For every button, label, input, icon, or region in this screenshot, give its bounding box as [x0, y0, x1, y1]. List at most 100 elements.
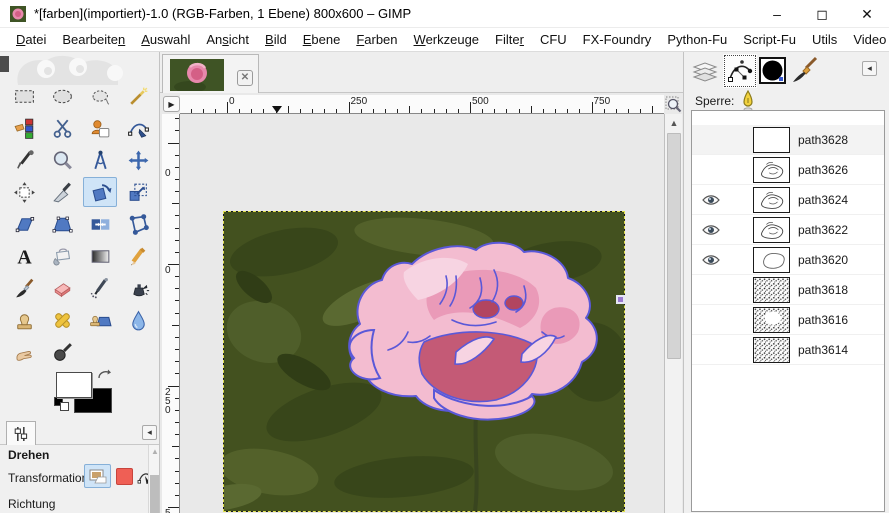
tool-zoom[interactable]: [45, 145, 79, 175]
path-thumbnail[interactable]: [753, 217, 790, 243]
menu-werkzeuge[interactable]: Werkzeuge: [406, 29, 488, 50]
menu-fx-foundry[interactable]: FX-Foundry: [575, 29, 660, 50]
canvas-vertical-scrollbar[interactable]: ▲: [664, 114, 682, 513]
tool-cage-transform[interactable]: [121, 209, 155, 239]
transform-selection-button[interactable]: [116, 468, 133, 485]
zoom-corner-icon[interactable]: [665, 96, 682, 113]
menu-cfu[interactable]: CFU: [532, 29, 575, 50]
tool-eraser[interactable]: [45, 273, 79, 303]
tool-free-select[interactable]: [83, 81, 117, 111]
canvas-scroll-thumb[interactable]: [667, 133, 681, 359]
tool-flip[interactable]: [83, 209, 117, 239]
path-row-path3618[interactable]: path3618: [692, 275, 884, 305]
path-row-path3628[interactable]: path3628: [692, 125, 884, 155]
tool-ellipse-select[interactable]: [45, 81, 79, 111]
menu-auswahl[interactable]: Auswahl: [133, 29, 198, 50]
path-thumbnail[interactable]: [753, 307, 790, 333]
close-button[interactable]: ✕: [850, 0, 884, 28]
tool-ink[interactable]: [121, 273, 155, 303]
tool-measure[interactable]: [83, 145, 117, 175]
scroll-up-icon[interactable]: ▲: [667, 116, 681, 130]
foreground-color-swatch[interactable]: [56, 372, 92, 398]
tool-gradient[interactable]: [83, 241, 117, 271]
ruler-corner-menu-button[interactable]: ▶: [163, 96, 180, 112]
menu-video[interactable]: Video: [845, 29, 889, 50]
tool-airbrush[interactable]: [83, 273, 117, 303]
tool-dodge-burn[interactable]: [45, 337, 79, 367]
tool-fuzzy-select[interactable]: [121, 81, 155, 111]
transform-layer-button[interactable]: [84, 464, 111, 488]
horizontal-ruler[interactable]: 0 250 500 750: [180, 95, 664, 114]
menu-ansicht[interactable]: Ansicht: [198, 29, 257, 50]
swap-colors-icon[interactable]: [96, 368, 112, 384]
lock-strokes-pen-icon[interactable]: [739, 90, 757, 112]
menu-ebene[interactable]: Ebene: [295, 29, 349, 50]
tool-pencil[interactable]: [121, 241, 155, 271]
menu-utils[interactable]: Utils: [804, 29, 845, 50]
visibility-eye-icon[interactable]: [701, 313, 721, 327]
path-thumbnail[interactable]: [753, 127, 790, 153]
tool-perspective-clone[interactable]: [83, 305, 117, 335]
tool-rectangle-select[interactable]: [7, 81, 41, 111]
vertical-ruler[interactable]: 002 5 05 0 0: [162, 114, 180, 513]
image-tab[interactable]: ✕: [162, 54, 259, 93]
visibility-eye-icon[interactable]: [701, 343, 721, 357]
maximize-button[interactable]: ◻: [805, 0, 839, 28]
path-row-path3614[interactable]: path3614: [692, 335, 884, 365]
tool-color-picker[interactable]: [7, 145, 41, 175]
tab-brush-circle[interactable]: [759, 57, 786, 84]
image-viewport[interactable]: [180, 114, 664, 513]
tab-paths[interactable]: [723, 54, 757, 88]
tool-move[interactable]: [121, 145, 155, 175]
visibility-eye-icon[interactable]: [701, 253, 721, 267]
dock-collapse-button[interactable]: ◂: [862, 61, 877, 76]
path-thumbnail[interactable]: [753, 187, 790, 213]
tool-crop[interactable]: [45, 177, 79, 207]
tool-rotate[interactable]: [83, 177, 117, 207]
options-scroll-thumb[interactable]: [150, 475, 159, 513]
tool-scale[interactable]: [121, 177, 155, 207]
tool-clone[interactable]: [7, 305, 41, 335]
tab-tool-options[interactable]: [6, 421, 36, 445]
minimize-button[interactable]: –: [760, 0, 794, 28]
tool-select-by-color[interactable]: [7, 113, 41, 143]
menu-farben[interactable]: Farben: [348, 29, 405, 50]
tab-paintbrush[interactable]: [788, 55, 820, 85]
options-scrollbar[interactable]: ▲: [148, 445, 159, 513]
visibility-eye-icon[interactable]: [701, 193, 721, 207]
path-thumbnail[interactable]: [753, 247, 790, 273]
path-thumbnail[interactable]: [753, 277, 790, 303]
path-row-path3622[interactable]: path3622: [692, 215, 884, 245]
visibility-eye-icon[interactable]: [701, 133, 721, 147]
tool-bucket-fill[interactable]: [45, 241, 79, 271]
tool-heal[interactable]: [45, 305, 79, 335]
path-row-path3624[interactable]: path3624: [692, 185, 884, 215]
menu-script-fu[interactable]: Script-Fu: [735, 29, 804, 50]
visibility-eye-icon[interactable]: [701, 283, 721, 297]
menu-datei[interactable]: Datei: [8, 29, 54, 50]
tool-text[interactable]: A: [7, 241, 41, 271]
visibility-eye-icon[interactable]: [701, 223, 721, 237]
tool-align[interactable]: [7, 177, 41, 207]
path-anchor-point[interactable]: [616, 295, 625, 304]
menu-bild[interactable]: Bild: [257, 29, 295, 50]
tool-perspective[interactable]: [45, 209, 79, 239]
tool-smudge[interactable]: [7, 337, 41, 367]
path-row-path3620[interactable]: path3620: [692, 245, 884, 275]
tab-close-icon[interactable]: ✕: [237, 70, 253, 86]
path-thumbnail[interactable]: [753, 337, 790, 363]
tool-paintbrush[interactable]: [7, 273, 41, 303]
path-thumbnail[interactable]: [753, 157, 790, 183]
tool-scissors-select[interactable]: [45, 113, 79, 143]
tool-shear[interactable]: [7, 209, 41, 239]
menu-python-fu[interactable]: Python-Fu: [659, 29, 735, 50]
reset-colors-button-white[interactable]: [60, 402, 69, 411]
tool-foreground-select[interactable]: [83, 113, 117, 143]
menu-filter[interactable]: Filter: [487, 29, 532, 50]
options-collapse-button[interactable]: ◂: [142, 425, 157, 440]
tool-blur-sharpen[interactable]: [121, 305, 155, 335]
rose-image[interactable]: [224, 212, 624, 511]
menu-bearbeiten[interactable]: Bearbeiten: [54, 29, 133, 50]
visibility-eye-icon[interactable]: [701, 163, 721, 177]
scroll-up-icon[interactable]: ▲: [150, 447, 159, 457]
